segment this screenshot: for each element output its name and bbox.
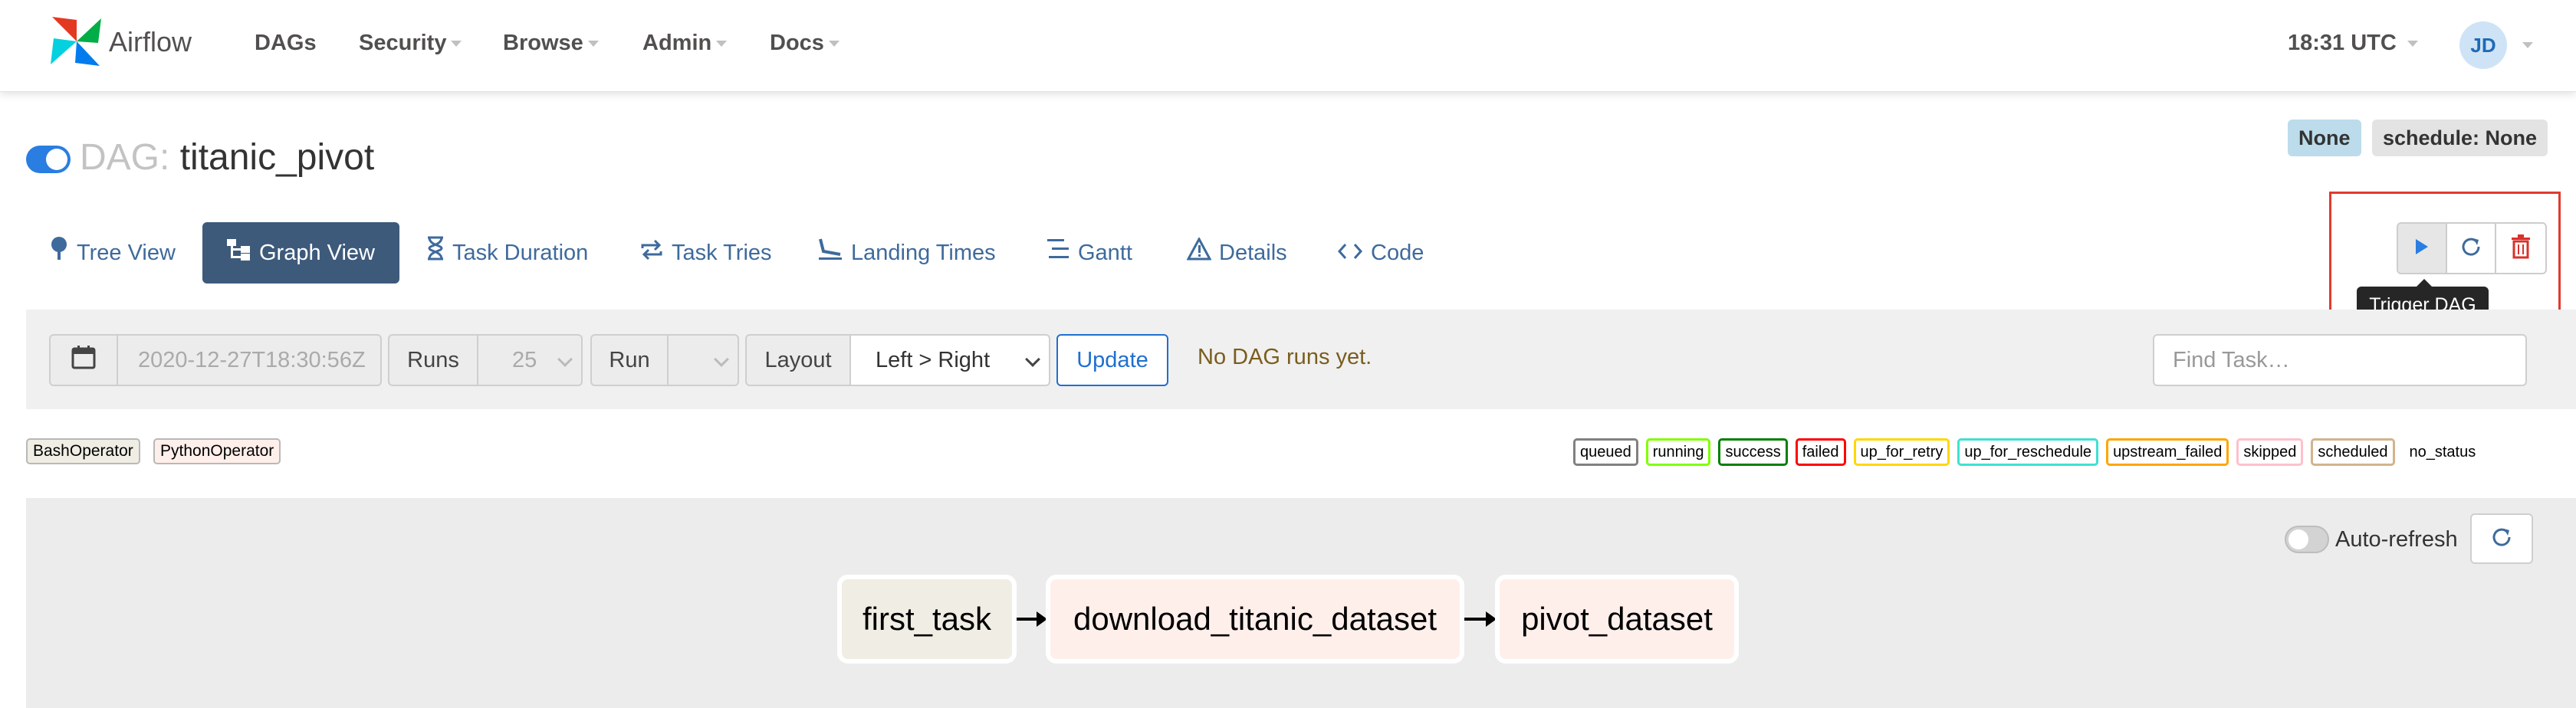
chevron-down-icon xyxy=(828,41,840,48)
chevron-down-icon xyxy=(714,352,729,367)
layout-label: Layout xyxy=(745,334,851,386)
schedule-badge: schedule: None xyxy=(2372,120,2548,156)
play-icon xyxy=(2414,238,2430,259)
status-scheduled: scheduled xyxy=(2311,438,2395,466)
refresh-icon xyxy=(2459,235,2482,262)
chevron-down-icon xyxy=(587,41,599,48)
nav-browse[interactable]: Browse xyxy=(503,31,599,56)
plane-landing-icon xyxy=(817,223,843,284)
gantt-icon xyxy=(1047,223,1070,284)
no-runs-message: No DAG runs yet. xyxy=(1198,345,1372,369)
navbar: Airflow DAGs Security Browse Admin Docs … xyxy=(0,0,2576,92)
code-icon xyxy=(1337,223,1363,284)
task-node-download-titanic-dataset[interactable]: download_titanic_dataset xyxy=(1046,575,1464,664)
dag-actions xyxy=(2397,222,2547,274)
auto-refresh-toggle[interactable] xyxy=(2285,526,2329,553)
chevron-down-icon xyxy=(716,41,728,48)
refresh-dag-button[interactable] xyxy=(2447,224,2496,273)
status-running: running xyxy=(1645,438,1711,466)
status-queued: queued xyxy=(1573,438,1638,466)
tab-task-tries[interactable]: Task Tries xyxy=(639,222,772,284)
chevron-down-icon xyxy=(557,352,573,367)
run-label: Run xyxy=(590,334,669,386)
graph-icon xyxy=(227,223,251,284)
chevron-down-icon xyxy=(2407,41,2418,48)
task-node-first-task[interactable]: first_task xyxy=(837,575,1017,664)
trigger-dag-button[interactable] xyxy=(2398,224,2447,273)
update-button[interactable]: Update xyxy=(1056,334,1168,386)
status-failed: failed xyxy=(1795,438,1846,466)
tab-tree-view[interactable]: Tree View xyxy=(49,222,176,284)
operator-legend-bash: BashOperator xyxy=(26,438,140,464)
clock-time[interactable]: 18:31 UTC xyxy=(2288,31,2418,56)
run-select[interactable] xyxy=(667,334,739,386)
status-success: success xyxy=(1718,438,1788,466)
auto-refresh-label: Auto-refresh xyxy=(2335,527,2458,552)
status-skipped: skipped xyxy=(2236,438,2304,466)
runs-label: Runs xyxy=(388,334,478,386)
tab-task-duration[interactable]: Task Duration xyxy=(426,222,588,284)
chevron-down-icon[interactable] xyxy=(2522,42,2533,48)
layout-select[interactable]: Left > Right xyxy=(849,334,1050,386)
tree-icon xyxy=(49,223,69,284)
nav-security[interactable]: Security xyxy=(359,31,462,56)
status-badge: None xyxy=(2288,120,2361,156)
runs-select[interactable]: 25 xyxy=(477,334,583,386)
tab-gantt[interactable]: Gantt xyxy=(1047,222,1132,284)
dag-id: titanic_pivot xyxy=(179,137,375,178)
nav-docs[interactable]: Docs xyxy=(770,31,840,56)
hourglass-icon xyxy=(426,223,445,284)
trash-icon xyxy=(2511,234,2531,263)
chevron-down-icon xyxy=(1025,352,1040,367)
nav-admin[interactable]: Admin xyxy=(642,31,728,56)
dag-prefix: DAG: xyxy=(80,137,170,178)
page-title: DAG: titanic_pivot xyxy=(80,136,374,179)
find-task-input[interactable]: Find Task… xyxy=(2153,334,2527,386)
delete-dag-button[interactable] xyxy=(2496,224,2545,273)
date-picker-button[interactable] xyxy=(49,334,118,386)
retry-arrows-icon xyxy=(639,223,664,284)
warning-triangle-icon xyxy=(1186,223,1212,284)
tab-graph-view[interactable]: Graph View xyxy=(202,222,399,284)
tab-code[interactable]: Code xyxy=(1337,222,1424,284)
status-up-for-retry: up_for_retry xyxy=(1853,438,1950,466)
edge-arrow-icon xyxy=(1017,611,1047,627)
nav-dags[interactable]: DAGs xyxy=(255,31,317,56)
airflow-logo-icon[interactable] xyxy=(46,12,107,70)
tab-landing-times[interactable]: Landing Times xyxy=(817,222,996,284)
edge-arrow-icon xyxy=(1464,611,1497,627)
tab-details[interactable]: Details xyxy=(1186,222,1287,284)
refresh-icon xyxy=(2490,526,2513,552)
calendar-icon xyxy=(71,345,96,375)
task-node-pivot-dataset[interactable]: pivot_dataset xyxy=(1495,575,1739,664)
status-up-for-reschedule: up_for_reschedule xyxy=(1957,438,2099,466)
graph-refresh-button[interactable] xyxy=(2470,513,2533,564)
chevron-down-icon xyxy=(451,41,462,48)
dag-pause-toggle[interactable] xyxy=(26,146,71,173)
avatar[interactable]: JD xyxy=(2459,21,2507,69)
status-upstream-failed: upstream_failed xyxy=(2106,438,2229,466)
operator-legend-python: PythonOperator xyxy=(153,438,281,464)
brand-name[interactable]: Airflow xyxy=(109,26,192,58)
status-legend: queued running success failed up_for_ret… xyxy=(1573,438,2483,466)
base-date-input[interactable]: 2020-12-27T18:30:56Z xyxy=(117,334,382,386)
status-no-status: no_status xyxy=(2402,438,2483,466)
